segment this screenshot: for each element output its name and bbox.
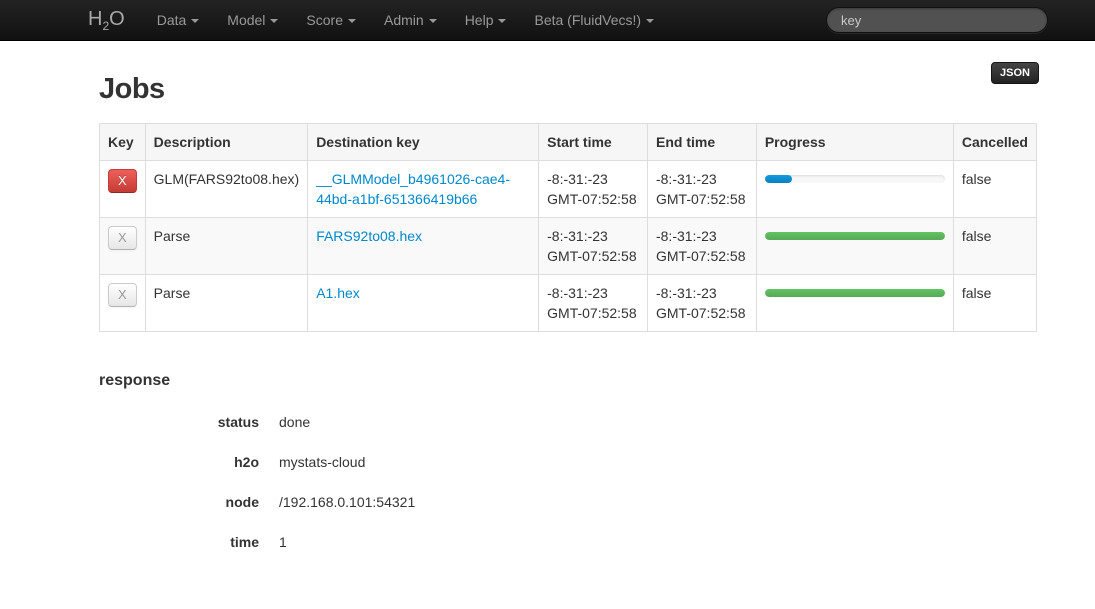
time-line: GMT-07:52:58 [547,303,639,323]
job-cancelled-value: false [953,275,1036,332]
progress-bar-track [765,232,945,240]
response-field: node /192.168.0.101:54321 [99,492,1039,512]
progress-bar-fill [765,232,945,240]
job-cancelled-value: false [953,218,1036,275]
response-heading: response [99,372,1039,390]
time-line: GMT-07:52:58 [656,303,748,323]
col-header-end-time: End time [647,124,756,161]
nav-menu-label: Admin [384,12,424,28]
response-section: response status done h2o mystats-cloud n… [99,372,1039,552]
job-end-time: -8:-31:-23 GMT-07:52:58 [647,161,756,218]
table-row: X GLM(FARS92to08.hex) __GLMModel_b496102… [100,161,1037,218]
col-header-cancelled: Cancelled [953,124,1036,161]
caret-down-icon [348,19,356,23]
h2o-logo[interactable]: H2O [88,8,125,33]
job-description: Parse [145,275,308,332]
job-start-time: -8:-31:-23 GMT-07:52:58 [539,275,648,332]
time-line: -8:-31:-23 [656,283,748,303]
time-line: -8:-31:-23 [656,226,748,246]
job-start-time: -8:-31:-23 GMT-07:52:58 [539,218,648,275]
cancel-job-button[interactable]: X [108,169,137,193]
job-cancelled-value: false [953,161,1036,218]
progress-bar-track [765,175,945,183]
nav-menu-label: Model [227,12,265,28]
response-field-label: node [99,492,259,512]
table-header-row: Key Description Destination key Start ti… [100,124,1037,161]
nav-menu-beta-fluidvecs[interactable]: Beta (FluidVecs!) [520,12,668,28]
time-line: GMT-07:52:58 [656,246,748,266]
response-field: time 1 [99,532,1039,552]
nav-menu-score[interactable]: Score [292,12,370,28]
cancel-job-button[interactable]: X [108,283,137,307]
brand-text: H [88,8,102,30]
destination-key-link[interactable]: FARS92to08.hex [316,228,422,244]
time-line: GMT-07:52:58 [656,189,748,209]
nav-menu-label: Score [306,12,343,28]
response-field-label: status [99,412,259,432]
nav-menu-label: Help [465,12,494,28]
nav-menu-label: Beta (FluidVecs!) [534,12,641,28]
time-line: -8:-31:-23 [656,169,748,189]
job-start-time: -8:-31:-23 GMT-07:52:58 [539,161,648,218]
destination-key-link[interactable]: __GLMModel_b4961026-cae4-44bd-a1bf-65136… [316,171,510,207]
nav-menu-model[interactable]: Model [213,12,292,28]
job-end-time: -8:-31:-23 GMT-07:52:58 [647,275,756,332]
table-row: X Parse FARS92to08.hex -8:-31:-23 GMT-07… [100,218,1037,275]
time-line: -8:-31:-23 [547,169,639,189]
jobs-table: Key Description Destination key Start ti… [99,123,1037,332]
caret-down-icon [429,19,437,23]
table-row: X Parse A1.hex -8:-31:-23 GMT-07:52:58 -… [100,275,1037,332]
page-title: Jobs [99,73,165,105]
nav-menu-label: Data [157,12,187,28]
json-button[interactable]: JSON [991,62,1039,84]
response-field-value: /192.168.0.101:54321 [279,492,1039,512]
response-field-value: done [279,412,1039,432]
time-line: -8:-31:-23 [547,226,639,246]
response-field: status done [99,412,1039,432]
caret-down-icon [191,19,199,23]
time-line: -8:-31:-23 [547,283,639,303]
time-line: GMT-07:52:58 [547,246,639,266]
progress-bar-fill [765,289,945,297]
job-description: Parse [145,218,308,275]
response-list: status done h2o mystats-cloud node /192.… [99,412,1039,552]
col-header-start-time: Start time [539,124,648,161]
col-header-description: Description [145,124,308,161]
nav-menu-data[interactable]: Data [143,12,214,28]
progress-bar-track [765,289,945,297]
job-end-time: -8:-31:-23 GMT-07:52:58 [647,218,756,275]
col-header-destination-key: Destination key [308,124,539,161]
response-field-value: 1 [279,532,1039,552]
response-field-label: h2o [99,452,259,472]
response-field-label: time [99,532,259,552]
time-line: GMT-07:52:58 [547,189,639,209]
top-navbar: H2O Data Model Score Admin Help Beta (Fl… [0,0,1095,41]
nav-menu-admin[interactable]: Admin [370,12,451,28]
destination-key-link[interactable]: A1.hex [316,285,360,301]
nav-menu-help[interactable]: Help [451,12,521,28]
response-field-value: mystats-cloud [279,452,1039,472]
cancel-job-button[interactable]: X [108,226,137,250]
progress-bar-fill [765,175,792,183]
caret-down-icon [498,19,506,23]
page-header: Jobs JSON [99,41,1039,121]
caret-down-icon [270,19,278,23]
brand-text: O [109,8,125,30]
response-field: h2o mystats-cloud [99,452,1039,472]
col-header-key: Key [100,124,146,161]
caret-down-icon [646,19,654,23]
col-header-progress: Progress [756,124,953,161]
job-description: GLM(FARS92to08.hex) [145,161,308,218]
main-content: Jobs JSON Key Description Destination ke… [99,41,1039,552]
key-search-input[interactable] [826,7,1048,33]
